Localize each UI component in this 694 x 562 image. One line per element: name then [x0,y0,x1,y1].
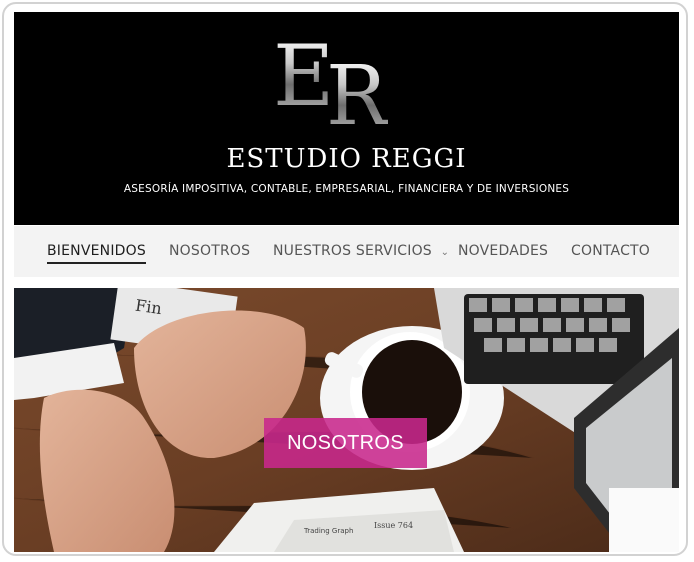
nav-item-contacto[interactable]: CONTACTO [571,243,650,259]
hero-banner: Fin Trading Graph Issue 764 NOSOTROS [14,288,679,552]
site-title[interactable]: ESTUDIO REGGI [14,144,679,174]
site-header: E R ESTUDIO REGGI ASESORÍA IMPOSITIVA, C… [14,12,679,225]
nav-item-label: BIENVENIDOS [47,243,146,259]
paper-text-issue: Issue 764 [374,521,413,530]
nav-item-bienvenidos[interactable]: BIENVENIDOS [47,243,146,264]
chevron-down-icon[interactable]: ⌄ [441,247,450,258]
site-tagline: ASESORÍA IMPOSITIVA, CONTABLE, EMPRESARI… [123,183,570,195]
nav-item-nuestros-servicios[interactable]: NUESTROS SERVICIOS ⌄ [273,243,449,259]
nav-item-label: CONTACTO [571,243,651,259]
logo-letter-r: R [326,49,388,144]
nav-item-label: NOVEDADES [458,243,549,259]
logo-er[interactable]: E R [14,34,679,146]
nav-item-label: NOSOTROS [169,243,251,259]
nav-item-novedades[interactable]: NOVEDADES [458,243,548,259]
paper-text-trading-graph: Trading Graph [303,527,353,535]
main-nav: BIENVENIDOS NOSOTROS NUESTROS SERVICIOS … [14,226,679,277]
nav-item-nosotros[interactable]: NOSOTROS [169,243,250,259]
paper-text-fin: Fin [134,296,163,319]
nav-item-label: NUESTROS SERVICIOS [273,243,432,259]
nosotros-cta-button[interactable]: NOSOTROS [264,418,427,468]
